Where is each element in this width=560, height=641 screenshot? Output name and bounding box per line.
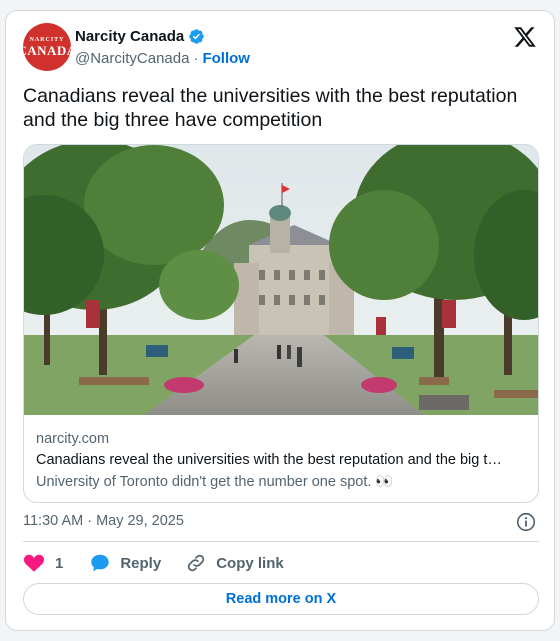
link-icon — [188, 554, 205, 572]
follow-button[interactable]: Follow — [202, 50, 250, 67]
link-title[interactable]: Canadians reveal the universities with t… — [36, 449, 528, 471]
info-icon[interactable] — [515, 511, 537, 533]
link-preview-card[interactable]: narcity.com Canadians reveal the univers… — [23, 144, 539, 503]
post-timestamp[interactable]: 11:30 AM · May 29, 2025 — [23, 513, 184, 529]
copy-link-label: Copy link — [216, 554, 284, 572]
divider — [23, 541, 539, 542]
like-count: 1 — [55, 554, 64, 572]
read-more-button[interactable]: Read more on X — [23, 583, 539, 615]
x-logo-icon[interactable] — [513, 25, 537, 49]
avatar-text-bottom: CANADA — [17, 42, 77, 58]
link-preview-meta: narcity.com Canadians reveal the univers… — [36, 429, 528, 493]
author-handle[interactable]: @NarcityCanada — [75, 50, 189, 67]
author-name[interactable]: Narcity Canada — [75, 28, 184, 45]
avatar[interactable]: NARCITY CANADA — [17, 23, 76, 71]
link-domain: narcity.com — [36, 431, 110, 447]
article-image — [24, 145, 538, 415]
reply-button[interactable]: Reply — [89, 552, 161, 574]
speech-bubble-icon — [91, 554, 110, 572]
heart-icon — [23, 554, 45, 572]
link-description: University of Toronto didn't get the num… — [36, 474, 394, 490]
embedded-post-card: NARCITY CANADA Narcity Canada @NarcityCa… — [5, 10, 555, 631]
author-name-row: Narcity Canada — [75, 28, 205, 45]
verified-badge-icon — [189, 29, 204, 44]
copy-link-button[interactable]: Copy link — [185, 552, 284, 574]
action-bar: 1 Reply Copy link — [23, 551, 284, 575]
reply-label: Reply — [120, 554, 162, 572]
like-button[interactable]: 1 — [23, 552, 63, 574]
separator-dot: · — [193, 50, 199, 67]
post-text: Canadians reveal the universities with t… — [23, 85, 518, 131]
author-handle-row: @NarcityCanada · Follow — [75, 50, 250, 67]
